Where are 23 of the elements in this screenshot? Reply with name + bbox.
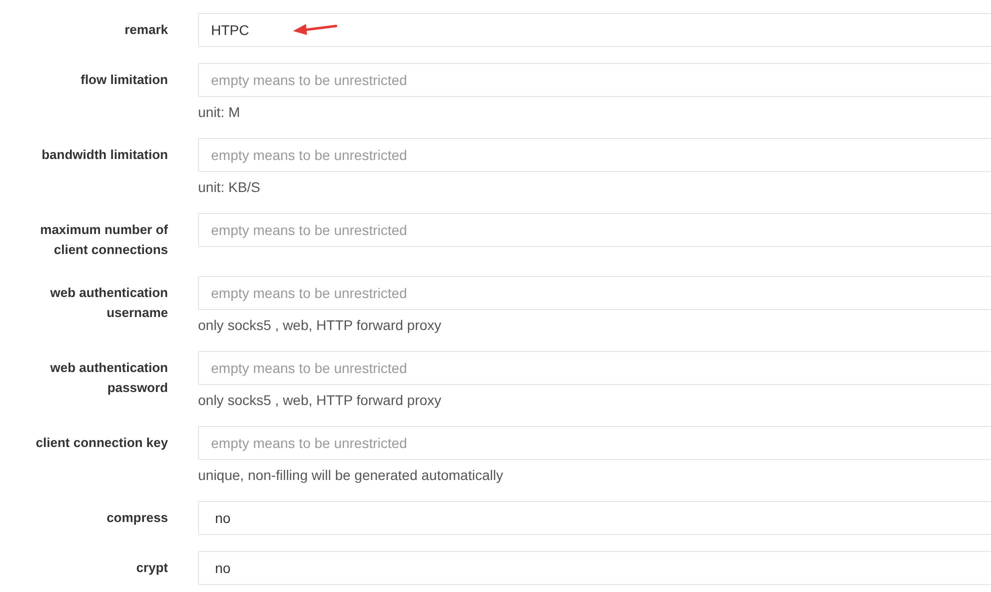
help-text: only socks5 , web, HTTP forward proxy bbox=[198, 391, 442, 410]
input-field[interactable]: empty means to be unrestricted bbox=[198, 63, 991, 97]
input-field[interactable]: empty means to be unrestricted bbox=[198, 351, 991, 385]
help-text: unit: M bbox=[198, 103, 242, 122]
select-field[interactable]: no bbox=[198, 551, 991, 585]
help-text: only socks5 , web, HTTP forward proxy bbox=[198, 316, 442, 335]
field-label: maximum number of client connections bbox=[39, 221, 168, 259]
field-label: bandwidth limitation bbox=[40, 146, 168, 164]
input-field[interactable]: HTPC bbox=[198, 13, 991, 47]
input-field[interactable]: empty means to be unrestricted bbox=[198, 276, 991, 310]
field-label: flow limitation bbox=[80, 71, 168, 89]
input-field[interactable]: empty means to be unrestricted bbox=[198, 213, 991, 247]
input-field[interactable]: empty means to be unrestricted bbox=[198, 426, 991, 460]
field-label: client connection key bbox=[34, 434, 168, 452]
select-field[interactable]: no bbox=[198, 501, 991, 535]
field-label: compress bbox=[106, 509, 168, 527]
help-text: unit: KB/S bbox=[198, 178, 262, 197]
field-label: remark bbox=[124, 21, 168, 39]
field-label: crypt bbox=[135, 559, 168, 577]
field-label: web authentication password bbox=[49, 359, 168, 397]
field-label: web authentication username bbox=[49, 284, 168, 322]
input-field[interactable]: empty means to be unrestricted bbox=[198, 138, 991, 172]
help-text: unique, non-filling will be generated automatically bbox=[198, 466, 504, 485]
